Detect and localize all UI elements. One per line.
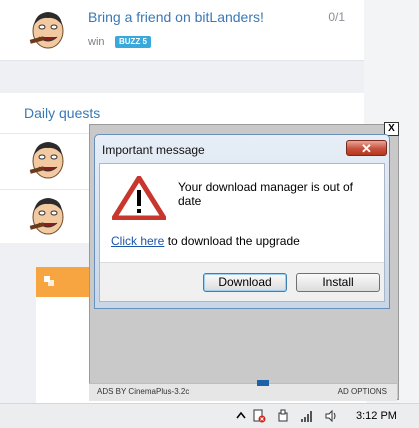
volume-icon[interactable]: [324, 409, 338, 423]
avatar: [29, 12, 64, 49]
orange-tab[interactable]: [36, 267, 90, 297]
taskbar: 3:12 PM: [0, 403, 419, 428]
warning-icon: [112, 176, 166, 220]
download-button[interactable]: Download: [203, 273, 287, 292]
dialog-close-button[interactable]: ✕: [346, 140, 387, 156]
action-center-icon[interactable]: [252, 409, 266, 423]
dialog-title: Important message: [102, 143, 205, 157]
clock[interactable]: 3:12 PM: [356, 410, 397, 422]
ad-logo-icon: [257, 380, 269, 386]
squares-icon: [44, 276, 54, 286]
buzz-badge: BUZZ 5: [115, 36, 151, 48]
link-suffix: to download the upgrade: [164, 234, 300, 248]
quest-card[interactable]: Bring a friend on bitLanders! 0/1 win BU…: [0, 0, 364, 61]
ads-by-label: ADS BY CinemaPlus-3.2c: [97, 387, 190, 396]
click-here-link[interactable]: Click here: [111, 234, 164, 248]
avatar: [29, 142, 64, 179]
ad-options-link[interactable]: AD OPTIONS: [338, 387, 387, 396]
network-signal-icon[interactable]: [300, 409, 314, 423]
quest-progress: 0/1: [328, 10, 345, 24]
dialog-body: Your download manager is out of date Cli…: [99, 163, 385, 302]
reward-label: win: [88, 36, 105, 48]
dialog-button-bar: Download Install: [100, 262, 384, 301]
fake-dialog[interactable]: Important message ✕ Your download manage…: [94, 134, 390, 309]
dialog-link-line: Click here to download the upgrade: [111, 234, 300, 248]
chevron-up-icon[interactable]: [234, 409, 248, 423]
device-icon[interactable]: [276, 409, 290, 423]
dialog-message: Your download manager is out of date: [178, 180, 354, 208]
avatar: [29, 198, 64, 235]
install-button[interactable]: Install: [296, 273, 380, 292]
quest-title[interactable]: Bring a friend on bitLanders!: [88, 9, 264, 25]
ad-footer: ADS BY CinemaPlus-3.2c AD OPTIONS: [89, 380, 397, 401]
daily-quests-title: Daily quests: [24, 105, 101, 121]
